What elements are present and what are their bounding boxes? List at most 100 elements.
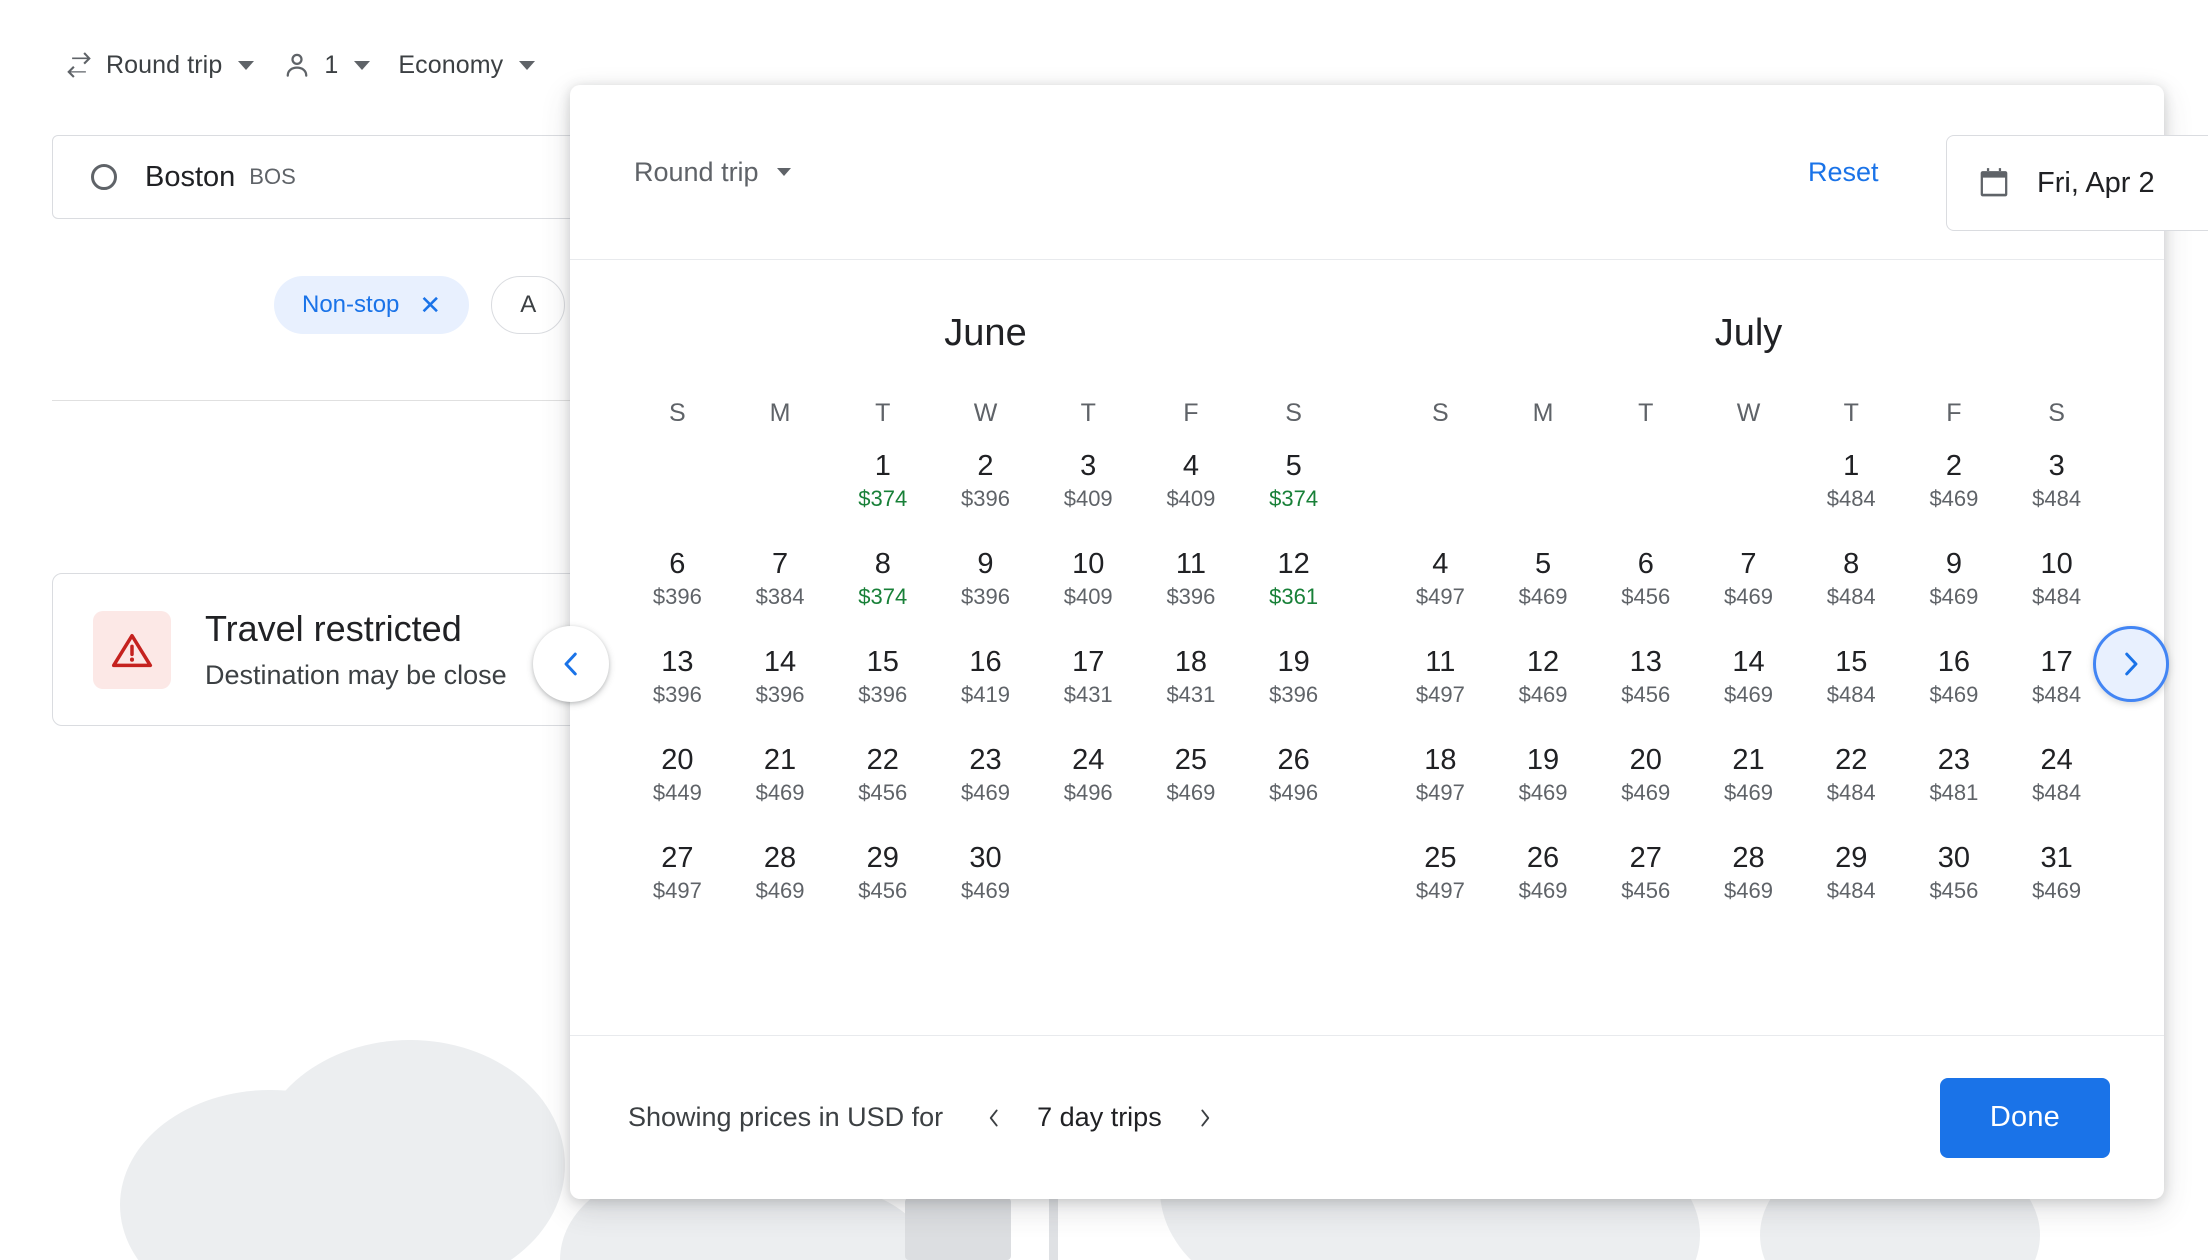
day-cell[interactable]: 19$469 [1492,740,1595,838]
day-price: $419 [961,680,1010,710]
day-price: $456 [1929,876,1978,906]
day-cell-empty [626,446,729,544]
day-cell[interactable]: 11$396 [1140,544,1243,642]
trip-length-stepper: 7 day trips [965,1089,1234,1147]
day-cell[interactable]: 30$469 [934,838,1037,936]
filter-chip-row: Non-stop ✕ A [274,276,565,334]
day-cell[interactable]: 7$384 [729,544,832,642]
day-cell[interactable]: 29$484 [1800,838,1903,936]
day-cell[interactable]: 20$449 [626,740,729,838]
day-cell[interactable]: 27$497 [626,838,729,936]
day-price: $409 [1064,582,1113,612]
close-icon[interactable]: ✕ [419,292,441,318]
day-cell[interactable]: 4$409 [1140,446,1243,544]
filter-chip-non-stop[interactable]: Non-stop ✕ [274,276,469,334]
day-cell[interactable]: 15$396 [831,642,934,740]
day-price: $409 [1166,484,1215,514]
day-cell[interactable]: 9$469 [1903,544,2006,642]
calendar-prev-page-button[interactable] [533,626,609,702]
cabin-class-selector[interactable]: Economy [384,40,549,90]
day-cell[interactable]: 1$374 [831,446,934,544]
day-cell[interactable]: 20$469 [1594,740,1697,838]
chevron-left-icon [981,1105,1007,1131]
day-cell[interactable]: 14$396 [729,642,832,740]
day-number: 4 [1432,548,1448,580]
chevron-left-icon [554,647,588,681]
day-cell[interactable]: 6$456 [1594,544,1697,642]
day-cell[interactable]: 21$469 [1697,740,1800,838]
day-cell[interactable]: 2$469 [1903,446,2006,544]
day-price: $396 [653,680,702,710]
day-number: 10 [1072,548,1104,580]
date-picker-header: Round trip Reset Fri, Apr 2 [570,85,2164,260]
day-cell[interactable]: 30$456 [1903,838,2006,936]
day-cell[interactable]: 17$431 [1037,642,1140,740]
day-cell[interactable]: 8$484 [1800,544,1903,642]
day-cell[interactable]: 29$456 [831,838,934,936]
day-cell[interactable]: 14$469 [1697,642,1800,740]
calendar-next-page-button[interactable] [2093,626,2169,702]
day-cell[interactable]: 28$469 [1697,838,1800,936]
day-cell[interactable]: 12$361 [1242,544,1345,642]
day-cell[interactable]: 6$396 [626,544,729,642]
day-cell[interactable]: 16$469 [1903,642,2006,740]
day-cell[interactable]: 31$469 [2005,838,2108,936]
day-of-week-label: F [1140,399,1243,428]
day-of-week-label: S [1389,399,1492,428]
passengers-selector[interactable]: 1 [268,40,384,90]
day-number: 23 [1938,744,1970,776]
reset-button[interactable]: Reset [1808,157,1879,188]
day-cell[interactable]: 25$497 [1389,838,1492,936]
day-cell[interactable]: 18$431 [1140,642,1243,740]
day-cell[interactable]: 22$456 [831,740,934,838]
day-price: $456 [1621,582,1670,612]
day-cell[interactable]: 18$497 [1389,740,1492,838]
day-cell[interactable]: 26$469 [1492,838,1595,936]
day-number: 15 [867,646,899,678]
day-cell[interactable]: 25$469 [1140,740,1243,838]
day-cell[interactable]: 23$481 [1903,740,2006,838]
day-cell[interactable]: 8$374 [831,544,934,642]
day-cell[interactable]: 9$396 [934,544,1037,642]
panel-trip-type-selector[interactable]: Round trip [628,147,797,198]
day-cell[interactable]: 15$484 [1800,642,1903,740]
day-of-week-label: T [1800,399,1903,428]
day-cell[interactable]: 3$409 [1037,446,1140,544]
day-cell[interactable]: 4$497 [1389,544,1492,642]
day-cell[interactable]: 22$484 [1800,740,1903,838]
day-cell[interactable]: 27$456 [1594,838,1697,936]
day-of-week-label: W [1697,399,1800,428]
departure-prev-day-button[interactable] [2191,154,2208,212]
day-cell[interactable]: 2$396 [934,446,1037,544]
day-cell[interactable]: 11$497 [1389,642,1492,740]
filter-chip-airlines[interactable]: A [491,276,565,334]
day-cell[interactable]: 24$496 [1037,740,1140,838]
day-cell[interactable]: 28$469 [729,838,832,936]
day-cell[interactable]: 12$469 [1492,642,1595,740]
panel-trip-type-label: Round trip [634,157,759,188]
trip-type-selector[interactable]: Round trip [50,40,268,90]
day-cell[interactable]: 23$469 [934,740,1037,838]
done-button[interactable]: Done [1940,1078,2110,1158]
day-cell[interactable]: 1$484 [1800,446,1903,544]
trip-length-increase-button[interactable] [1176,1089,1234,1147]
day-cell[interactable]: 5$374 [1242,446,1345,544]
day-cell[interactable]: 13$456 [1594,642,1697,740]
day-cell[interactable]: 24$484 [2005,740,2108,838]
day-number: 19 [1527,744,1559,776]
day-number: 29 [1835,842,1867,874]
departure-date-field[interactable]: Fri, Apr 2 [1947,136,2208,230]
day-cell[interactable]: 19$396 [1242,642,1345,740]
day-cell[interactable]: 7$469 [1697,544,1800,642]
day-cell[interactable]: 3$484 [2005,446,2108,544]
person-icon [282,50,312,80]
day-cell[interactable]: 16$419 [934,642,1037,740]
day-cell[interactable]: 26$496 [1242,740,1345,838]
day-cell[interactable]: 21$469 [729,740,832,838]
day-cell[interactable]: 10$484 [2005,544,2108,642]
trip-length-decrease-button[interactable] [965,1089,1023,1147]
calendar-month-june: JuneSMTWTFS1$3742$3963$4094$4095$3746$39… [604,312,1367,1035]
day-cell[interactable]: 10$409 [1037,544,1140,642]
day-cell[interactable]: 13$396 [626,642,729,740]
day-cell[interactable]: 5$469 [1492,544,1595,642]
